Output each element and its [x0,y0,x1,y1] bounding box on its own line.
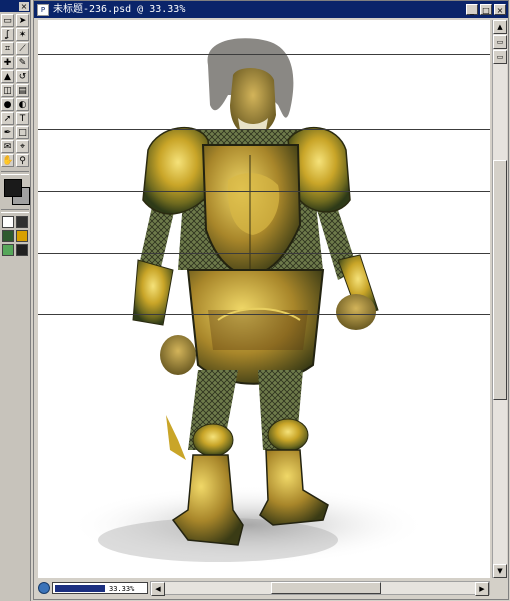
guide-line-2 [38,129,490,130]
magic-wand-tool-icon[interactable]: ✶ [16,28,29,41]
hand-tool-icon[interactable]: ✋ [1,154,14,167]
vertical-scroll-thumb[interactable] [493,160,507,400]
stamp-tool-icon[interactable]: ▲ [1,70,14,83]
vertical-scrollbar[interactable]: ▲ ▭ ▭ ▼ [492,20,507,578]
scroll-up-icon[interactable]: ▲ [493,20,507,34]
color-swatches [2,177,30,207]
full-screen-menu-icon[interactable] [16,230,28,242]
full-screen-icon[interactable] [16,244,28,256]
standard-mode-icon[interactable] [2,216,14,228]
toolbox-divider [1,209,29,213]
maximize-button[interactable]: □ [480,4,492,15]
pen-tool-icon[interactable]: ✒ [1,126,14,139]
guide-line-3 [38,191,490,192]
gradient-tool-icon[interactable]: ▤ [16,84,29,97]
blur-tool-icon[interactable]: ● [1,98,14,111]
document-icon: P [37,3,49,16]
jump-to [0,243,30,257]
dodge-tool-icon[interactable]: ◐ [16,98,29,111]
mask-modes [0,215,30,229]
shape-tool-icon[interactable]: □ [16,126,29,139]
foreground-color-swatch[interactable] [4,179,22,197]
eraser-tool-icon[interactable]: ◫ [1,84,14,97]
tool-grid: ▭ ➤ ʆ ✶ ⌗ ⟋ ✚ ✎ ▲ ↺ ◫ ▤ ● ◐ ➚ T ✒ □ ✉ ⌖ ✋ ⚲ [0,12,30,169]
close-button[interactable]: × [494,4,506,15]
nav-icon[interactable]: ▭ [493,50,507,64]
guide-line-4 [38,253,490,254]
jump-to-imageready-icon[interactable] [2,244,14,256]
slice-tool-icon[interactable]: ⟋ [16,42,29,55]
minimize-button[interactable]: _ [466,4,478,15]
zoom-slider[interactable] [55,585,105,592]
toolbox-titlebar: × [0,0,30,12]
lasso-tool-icon[interactable]: ʆ [1,28,14,41]
toolbox-close-button[interactable]: × [19,1,29,11]
history-brush-tool-icon[interactable]: ↺ [16,70,29,83]
screen-modes [0,229,30,243]
zoom-field[interactable]: 33.33% [52,582,148,594]
move-tool-icon[interactable]: ➤ [16,14,29,27]
armored-warrior-illustration [38,38,490,565]
eyedropper-tool-icon[interactable]: ⌖ [16,140,29,153]
horizontal-scrollbar[interactable]: ◀ ▶ [150,581,490,596]
marquee-tool-icon[interactable]: ▭ [1,14,14,27]
scroll-down-icon[interactable]: ▼ [493,564,507,578]
horizontal-scroll-thumb[interactable] [271,582,381,594]
guide-line-1 [38,54,490,55]
standard-screen-icon[interactable] [2,230,14,242]
toolbox-panel: × ▭ ➤ ʆ ✶ ⌗ ⟋ ✚ ✎ ▲ ↺ ◫ ▤ ● ◐ ➚ T ✒ □ ✉ ⌖ ✋ ⚲ [0,0,31,601]
toolbox-divider [1,171,29,175]
canvas[interactable] [38,20,490,578]
document-title: 未标题-236.psd @ 33.33% [53,4,186,15]
guide-line-5 [38,314,490,315]
healing-tool-icon[interactable]: ✚ [1,56,14,69]
type-tool-icon[interactable]: T [16,112,29,125]
status-bar: 33.33% ◀ ▶ [38,580,490,596]
document-window: P 未标题-236.psd @ 33.33% _ □ × ▲ ▭ ▭ ▼ 33.… [33,0,509,600]
globe-icon [38,582,50,594]
scroll-right-icon[interactable]: ▶ [475,582,489,596]
quickmask-mode-icon[interactable] [16,216,28,228]
scroll-left-icon[interactable]: ◀ [151,582,165,596]
path-select-tool-icon[interactable]: ➚ [1,112,14,125]
notes-tool-icon[interactable]: ✉ [1,140,14,153]
brush-tool-icon[interactable]: ✎ [16,56,29,69]
document-titlebar[interactable]: P 未标题-236.psd @ 33.33% _ □ × [34,1,508,18]
zoom-value: 33.33% [109,585,135,593]
crop-tool-icon[interactable]: ⌗ [1,42,14,55]
split-pane-icon[interactable]: ▭ [493,35,507,49]
zoom-tool-icon[interactable]: ⚲ [16,154,29,167]
